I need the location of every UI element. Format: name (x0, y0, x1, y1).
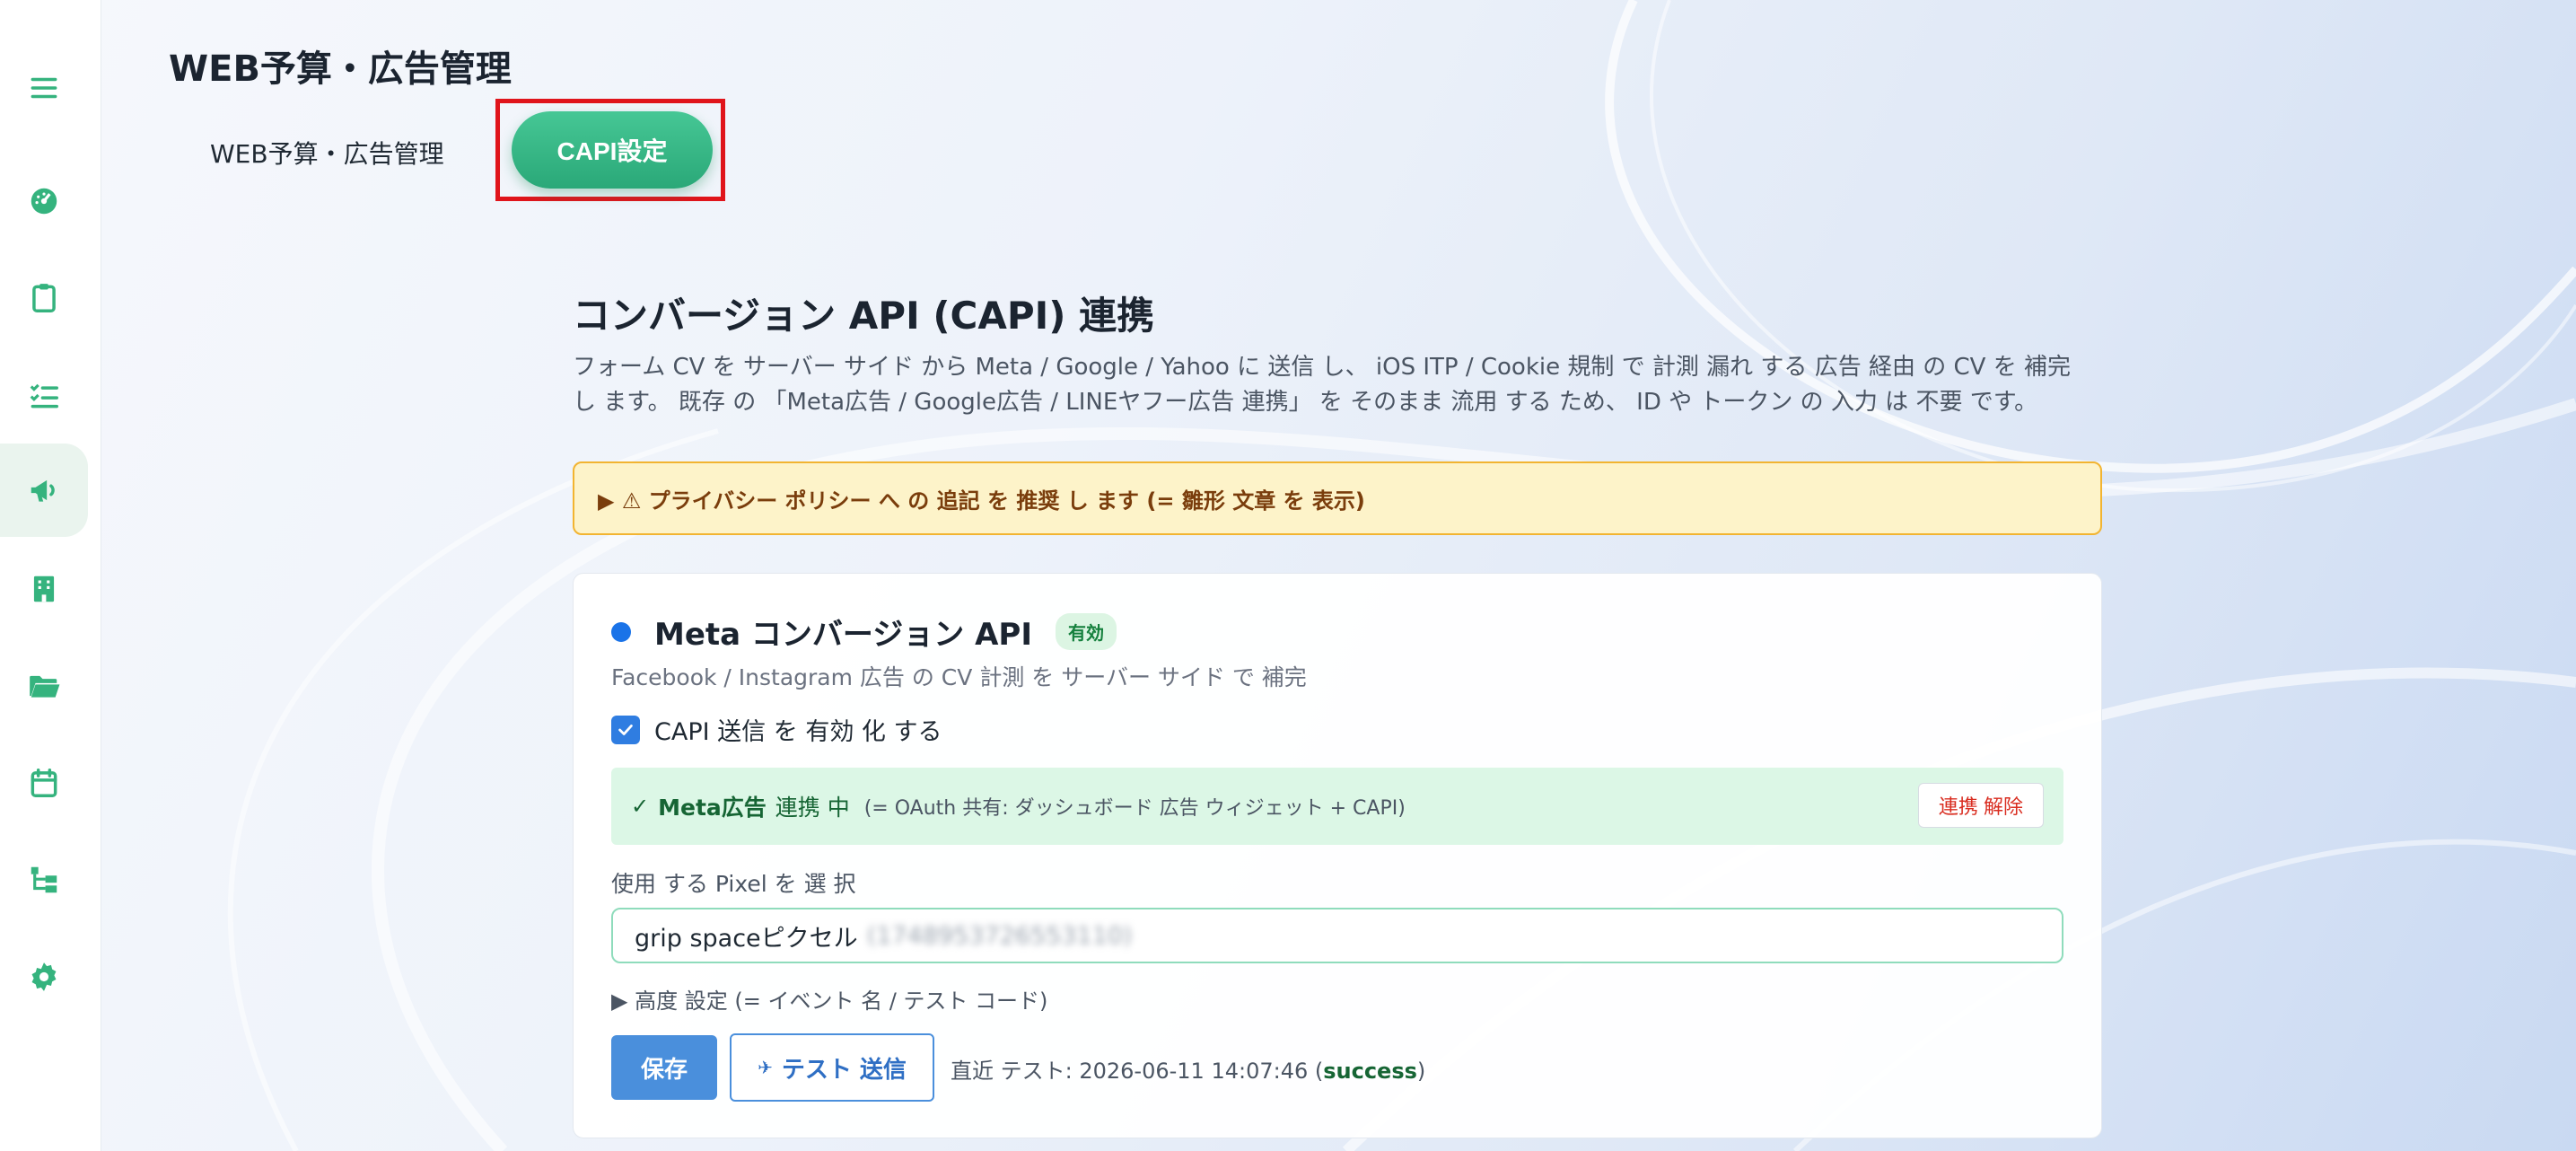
sidebar-item-calendar[interactable] (0, 736, 88, 830)
clipboard-icon (32, 284, 56, 312)
privacy-policy-notice[interactable]: ▶ ⚠ プライバシー ポリシー へ の 追記 を 推奨 し ます (= 雛形 文… (573, 461, 2102, 535)
connected-check-icon: ✓ (631, 794, 650, 819)
connection-state: 連携 中 (775, 795, 850, 821)
sidebar (0, 0, 101, 1151)
sidebar-item-ads[interactable] (0, 444, 88, 537)
hierarchy-icon (31, 866, 57, 893)
connection-note: (= OAuth 共有: ダッシュボード 広告 ウィジェット + CAPI) (863, 797, 1406, 820)
sidebar-item-settings[interactable] (0, 930, 88, 1024)
pixel-select-label: 使用 する Pixel を 選 択 (611, 871, 856, 897)
section-description: フォーム CV を サーバー サイド から Meta / Google / Ya… (573, 354, 2071, 416)
sidebar-item-files[interactable] (0, 639, 88, 733)
tab-web-budget[interactable]: WEB予算・広告管理 (210, 135, 444, 171)
checkmark-icon (618, 724, 633, 735)
pixel-selected-value: grip spaceピクセル (635, 924, 858, 953)
folder-open-icon (30, 675, 60, 698)
send-icon: ✈ (758, 1057, 773, 1078)
card-title: Meta コンバージョン API (654, 617, 1032, 653)
meta-capi-card: Meta コンバージョン API 有効 Facebook / Instagram… (573, 573, 2102, 1138)
pixel-select[interactable]: grip spaceピクセル (1748953726553110) (611, 908, 2063, 963)
calendar-icon (31, 769, 57, 797)
sidebar-item-checklist[interactable] (0, 348, 88, 442)
test-send-button[interactable]: ✈ テスト 送信 (730, 1033, 934, 1102)
sidebar-item-company[interactable] (0, 542, 88, 636)
gear-icon (31, 962, 57, 991)
sidebar-item-organization[interactable] (0, 833, 88, 927)
menu-icon (31, 77, 57, 99)
enable-capi-checkbox[interactable] (611, 715, 640, 744)
last-test-suffix: ) (1416, 1059, 1426, 1084)
enable-capi-toggle[interactable]: CAPI 送信 を 有効 化 する (611, 712, 942, 747)
sidebar-menu-toggle[interactable] (0, 41, 88, 135)
tab-capi-settings[interactable]: CAPI設定 (512, 111, 713, 189)
save-button[interactable]: 保存 (611, 1035, 717, 1100)
status-badge: 有効 (1055, 613, 1117, 650)
status-dot (611, 621, 631, 642)
card-header: Meta コンバージョン API 有効 (611, 610, 1117, 654)
enable-capi-label: CAPI 送信 を 有効 化 する (654, 718, 942, 746)
page-title: WEB予算・広告管理 (169, 48, 512, 90)
last-test-result: success (1323, 1059, 1417, 1084)
sidebar-item-clipboard[interactable] (0, 251, 88, 345)
unlink-button[interactable]: 連携 解除 (1917, 783, 2044, 828)
section-title: コンバージョン API (CAPI) 連携 (573, 294, 1155, 338)
test-send-label: テスト 送信 (781, 1056, 907, 1084)
building-icon (33, 576, 55, 602)
card-subtitle: Facebook / Instagram 広告 の CV 計測 を サーバー サ… (611, 664, 1307, 690)
megaphone-icon (31, 479, 55, 502)
advanced-settings-toggle[interactable]: ▶ 高度 設定 (= イベント 名 / テスト コード) (611, 983, 1047, 1015)
dashboard-icon (31, 188, 57, 215)
connection-status: ✓ Meta広告 連携 中 (= OAuth 共有: ダッシュボード 広告 ウィ… (611, 768, 2063, 845)
last-test-status: 直近 テスト: 2026-06-11 14:07:46 (success) (951, 1053, 1425, 1085)
last-test-prefix: 直近 テスト: 2026-06-11 14:07:46 ( (951, 1059, 1324, 1084)
checklist-icon (30, 383, 58, 409)
sidebar-item-dashboard[interactable] (0, 154, 88, 248)
connection-name: Meta広告 (658, 795, 767, 821)
pixel-id-masked: (1748953726553110) (866, 921, 1133, 950)
